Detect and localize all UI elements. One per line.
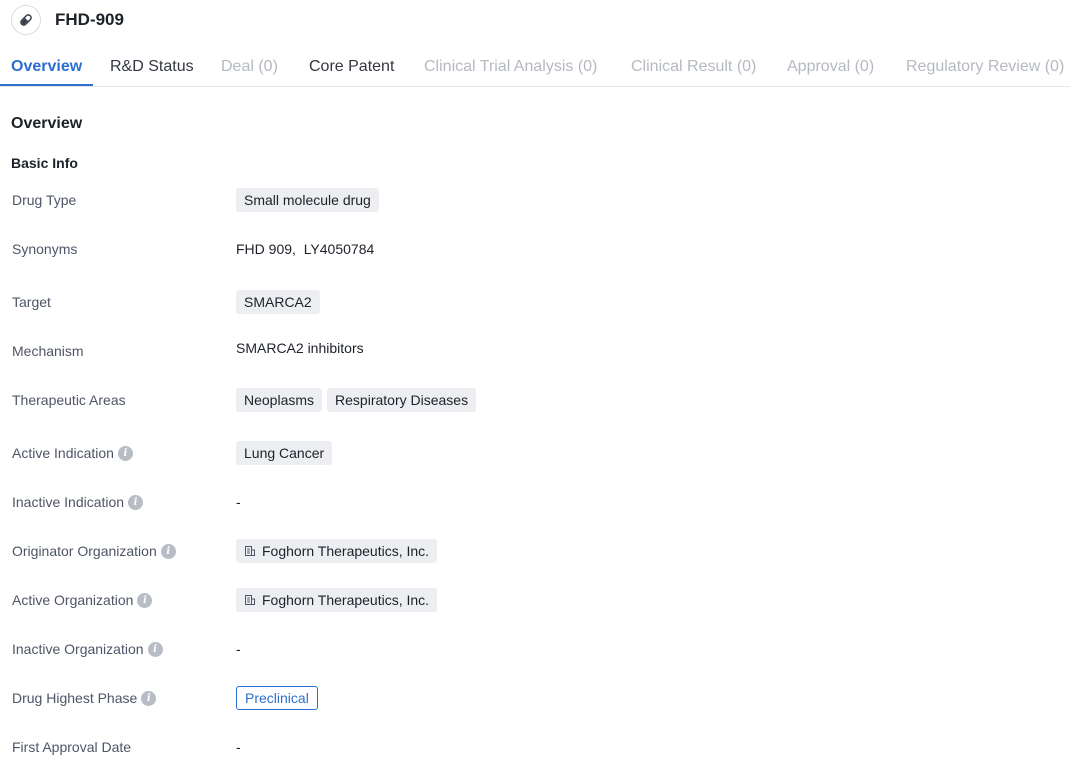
active-tab-indicator	[0, 84, 93, 86]
field-label: Originator Organization i	[12, 538, 176, 564]
field-value: Small molecule drug	[236, 187, 379, 213]
organization-chip[interactable]: Foghorn Therapeutics, Inc.	[236, 539, 437, 563]
synonyms-text: FHD 909, LY4050784	[236, 241, 374, 257]
field-row-active-indication: Active Indication i Lung Cancer	[0, 440, 1070, 466]
therapeutic-area-chip[interactable]: Respiratory Diseases	[327, 388, 476, 412]
mechanism-link[interactable]: SMARCA2 inhibitors	[236, 340, 364, 356]
empty-value: -	[236, 739, 241, 755]
field-value: Neoplasms Respiratory Diseases	[236, 387, 476, 413]
tab-clinical-result[interactable]: Clinical Result (0)	[631, 58, 756, 76]
field-value: SMARCA2	[236, 289, 320, 315]
field-label: Synonyms	[12, 236, 77, 262]
info-icon[interactable]: i	[161, 544, 176, 559]
field-value: -	[236, 489, 241, 515]
tab-regulatory-review[interactable]: Regulatory Review (0)	[906, 58, 1064, 76]
tab-rd-status[interactable]: R&D Status	[110, 58, 194, 76]
field-row-therapeutic-areas: Therapeutic Areas Neoplasms Respiratory …	[0, 387, 1070, 413]
field-row-originator-organization: Originator Organization i Foghorn Therap…	[0, 538, 1070, 564]
therapeutic-area-chip[interactable]: Neoplasms	[236, 388, 322, 412]
indication-chip[interactable]: Lung Cancer	[236, 441, 332, 465]
drug-type-chip[interactable]: Small molecule drug	[236, 188, 379, 212]
field-label-text: Originator Organization	[12, 543, 157, 559]
field-label: Active Indication i	[12, 440, 133, 466]
field-row-drug-type: Drug Type Small molecule drug	[0, 187, 1070, 213]
field-row-first-approval-date: First Approval Date -	[0, 734, 1070, 760]
empty-value: -	[236, 641, 241, 657]
field-label: Inactive Organization i	[12, 636, 163, 662]
field-row-active-organization: Active Organization i Foghorn Therapeuti…	[0, 587, 1070, 613]
field-label-text: Drug Highest Phase	[12, 690, 137, 706]
field-label: Drug Highest Phase i	[12, 685, 156, 711]
organization-name: Foghorn Therapeutics, Inc.	[262, 588, 429, 612]
field-row-mechanism: Mechanism SMARCA2 inhibitors	[0, 335, 1070, 361]
organization-name: Foghorn Therapeutics, Inc.	[262, 539, 429, 563]
field-value: -	[236, 636, 241, 662]
tab-approval[interactable]: Approval (0)	[787, 58, 874, 76]
field-row-synonyms: Synonyms FHD 909, LY4050784	[0, 236, 1070, 262]
field-label: Therapeutic Areas	[12, 387, 126, 413]
field-value: Preclinical	[236, 685, 318, 711]
empty-value: -	[236, 494, 241, 510]
tab-bar: Overview R&D Status Deal (0) Core Patent…	[0, 48, 1070, 87]
section-title-overview: Overview	[11, 115, 82, 133]
field-value: Lung Cancer	[236, 440, 332, 466]
info-icon[interactable]: i	[148, 642, 163, 657]
field-row-inactive-indication: Inactive Indication i -	[0, 489, 1070, 515]
tab-core-patent[interactable]: Core Patent	[309, 58, 394, 76]
field-label-text: Inactive Organization	[12, 641, 144, 657]
field-label: Target	[12, 289, 51, 315]
field-value: Foghorn Therapeutics, Inc.	[236, 587, 437, 613]
field-label-text: Active Organization	[12, 592, 133, 608]
field-label-text: Active Indication	[12, 445, 114, 461]
field-value: SMARCA2 inhibitors	[236, 335, 364, 361]
target-chip[interactable]: SMARCA2	[236, 290, 320, 314]
field-row-inactive-organization: Inactive Organization i -	[0, 636, 1070, 662]
field-value: -	[236, 734, 241, 760]
info-icon[interactable]: i	[118, 446, 133, 461]
field-label: First Approval Date	[12, 734, 131, 760]
organization-chip[interactable]: Foghorn Therapeutics, Inc.	[236, 588, 437, 612]
drug-header: FHD-909	[11, 3, 124, 37]
info-icon[interactable]: i	[128, 495, 143, 510]
building-icon	[244, 545, 256, 557]
tab-overview[interactable]: Overview	[11, 58, 82, 76]
info-icon[interactable]: i	[137, 593, 152, 608]
field-label-text: Inactive Indication	[12, 494, 124, 510]
field-row-drug-highest-phase: Drug Highest Phase i Preclinical	[0, 685, 1070, 711]
tab-clinical-trial-analysis[interactable]: Clinical Trial Analysis (0)	[424, 58, 597, 76]
field-label: Inactive Indication i	[12, 489, 143, 515]
field-value: Foghorn Therapeutics, Inc.	[236, 538, 437, 564]
field-value: FHD 909, LY4050784	[236, 236, 374, 262]
field-label: Active Organization i	[12, 587, 152, 613]
info-icon[interactable]: i	[141, 691, 156, 706]
field-row-target: Target SMARCA2	[0, 289, 1070, 315]
field-label: Mechanism	[12, 338, 84, 364]
field-label: Drug Type	[12, 187, 76, 213]
tab-deal[interactable]: Deal (0)	[221, 58, 278, 76]
subsection-title-basic-info: Basic Info	[11, 155, 78, 171]
phase-badge: Preclinical	[236, 686, 318, 710]
building-icon	[244, 594, 256, 606]
page-title: FHD-909	[55, 10, 124, 30]
pill-icon	[11, 5, 41, 35]
